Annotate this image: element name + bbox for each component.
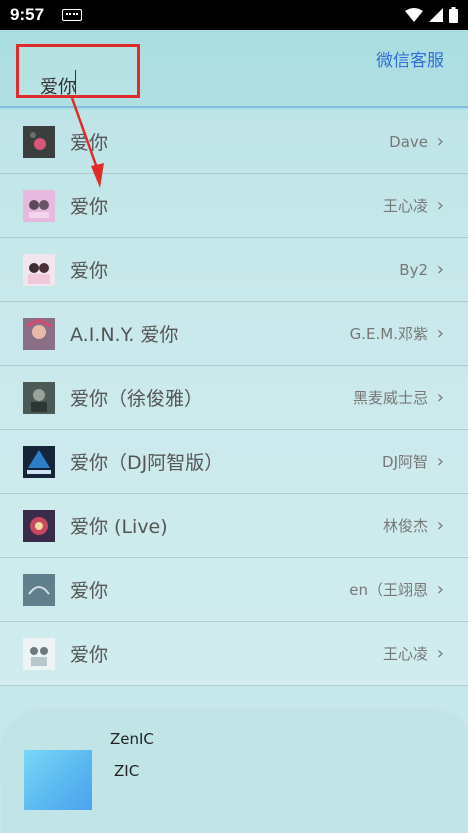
search-box-highlight[interactable]	[16, 44, 140, 98]
song-row[interactable]: 爱你 en（王翊恩 ›	[0, 558, 468, 622]
song-title: A.I.N.Y. 爱你	[70, 324, 179, 346]
album-cover	[23, 382, 55, 414]
battery-icon	[449, 7, 458, 23]
song-row[interactable]: 爱你（徐俊雅） 黑麦威士忌 ›	[0, 366, 468, 430]
chevron-right-icon: ›	[436, 323, 444, 344]
chevron-right-icon: ›	[436, 515, 444, 536]
song-title: 爱你	[70, 132, 109, 154]
album-cover	[23, 126, 55, 158]
song-row[interactable]: 爱你 By2 ›	[0, 238, 468, 302]
song-title: 爱你	[70, 196, 109, 218]
status-bar: 9:57	[0, 0, 468, 30]
song-artist: DJ阿智	[382, 453, 428, 471]
album-cover	[23, 318, 55, 350]
song-title: 爱你	[70, 260, 109, 282]
header: 爱你 微信客服	[0, 30, 468, 108]
chevron-right-icon: ›	[436, 579, 444, 600]
song-title: 爱你	[70, 580, 109, 602]
status-time: 9:57	[10, 5, 45, 24]
text-cursor	[75, 70, 76, 94]
album-cover	[23, 638, 55, 670]
song-artist: 王心凌	[382, 645, 428, 663]
signal-icon	[429, 8, 443, 22]
song-row[interactable]: 爱你 Dave ›	[0, 110, 468, 174]
player-cover-art	[24, 750, 92, 810]
player-track-title: ZenIC	[110, 730, 154, 748]
chevron-right-icon: ›	[436, 195, 444, 216]
song-title: 爱你（徐俊雅）	[70, 388, 204, 410]
song-artist: 王心凌	[382, 197, 428, 215]
song-artist: en（王翊恩	[349, 581, 428, 599]
song-title: 爱你	[70, 644, 109, 666]
song-artist: Dave	[389, 132, 428, 151]
album-cover	[23, 190, 55, 222]
album-cover	[23, 574, 55, 606]
song-artist: G.E.M.邓紫	[349, 325, 428, 343]
song-list: 爱你 Dave › 爱你 王心凌 › 爱你 By2 › A.I.N.Y. 爱你 …	[0, 110, 468, 686]
search-underline	[0, 106, 468, 108]
song-row[interactable]: 爱你（DJ阿智版） DJ阿智 ›	[0, 430, 468, 494]
search-input[interactable]: 爱你	[40, 73, 76, 99]
wifi-icon	[405, 8, 423, 22]
album-cover	[23, 446, 55, 478]
song-title: 爱你 (Live)	[70, 516, 168, 538]
player-track-artist: ZIC	[114, 762, 140, 780]
keyboard-icon	[62, 9, 83, 21]
album-cover	[23, 254, 55, 286]
album-cover	[23, 510, 55, 542]
song-artist: By2	[399, 260, 428, 279]
song-artist: 黑麦威士忌	[352, 389, 428, 407]
song-title: 爱你（DJ阿智版）	[70, 452, 224, 474]
song-artist: 林俊杰	[382, 517, 428, 535]
wechat-service-link[interactable]: 微信客服	[376, 46, 444, 71]
chevron-right-icon: ›	[436, 131, 444, 152]
status-icons	[405, 7, 458, 23]
song-row[interactable]: 爱你 王心凌 ›	[0, 622, 468, 686]
chevron-right-icon: ›	[436, 451, 444, 472]
song-row[interactable]: A.I.N.Y. 爱你 G.E.M.邓紫 ›	[0, 302, 468, 366]
chevron-right-icon: ›	[436, 643, 444, 664]
song-row[interactable]: 爱你 (Live) 林俊杰 ›	[0, 494, 468, 558]
chevron-right-icon: ›	[436, 387, 444, 408]
mini-player[interactable]: ZenIC ZIC	[2, 712, 468, 833]
song-row[interactable]: 爱你 王心凌 ›	[0, 174, 468, 238]
chevron-right-icon: ›	[436, 259, 444, 280]
